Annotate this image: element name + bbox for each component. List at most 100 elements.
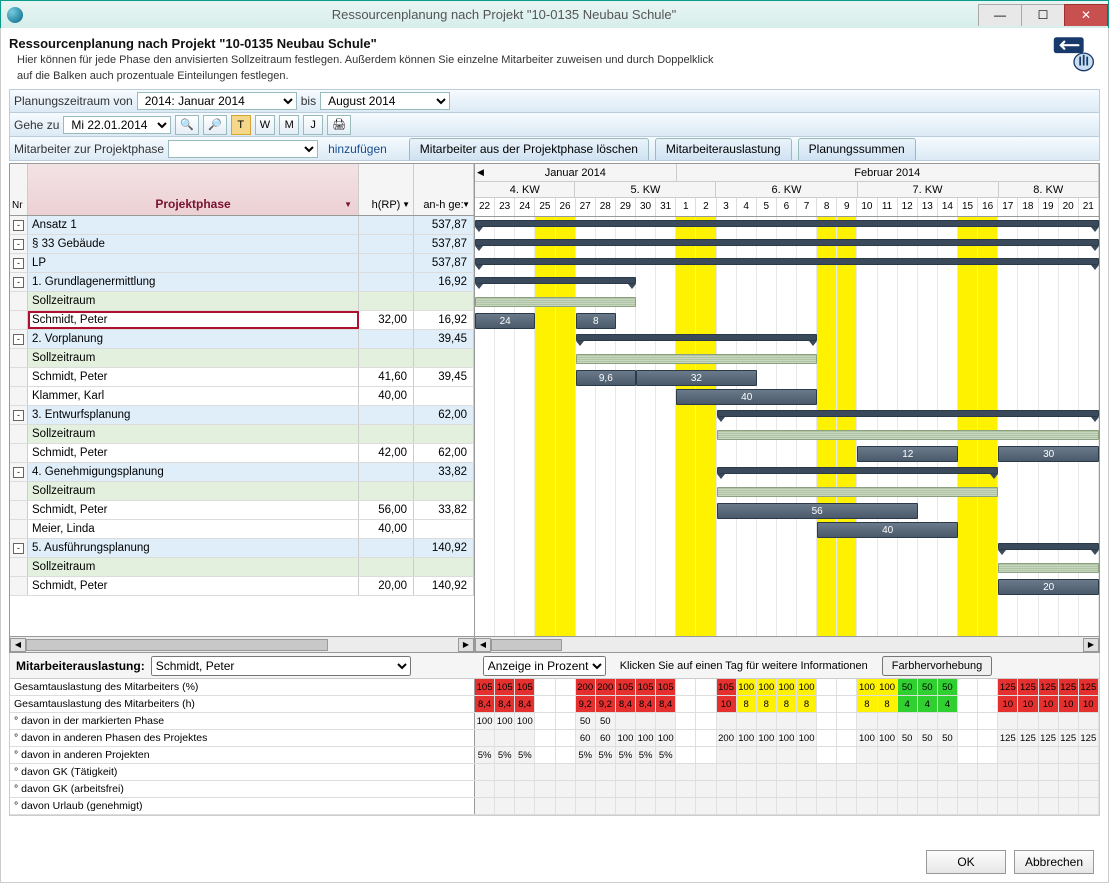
- gantt-bar[interactable]: [998, 543, 1099, 550]
- util-cell[interactable]: [978, 781, 998, 797]
- timeline-row[interactable]: [475, 331, 1099, 350]
- day-header[interactable]: 28: [596, 198, 616, 216]
- zoom-out-icon[interactable]: 🔎: [203, 115, 227, 135]
- util-cell[interactable]: 100: [737, 679, 757, 695]
- util-cell[interactable]: [1018, 798, 1038, 814]
- util-cell[interactable]: [1039, 747, 1059, 763]
- util-cell[interactable]: [596, 764, 616, 780]
- day-header[interactable]: 10: [857, 198, 877, 216]
- day-header[interactable]: 4: [737, 198, 757, 216]
- util-cell[interactable]: [797, 713, 817, 729]
- tab-planning-sums[interactable]: Planungssummen: [798, 138, 916, 160]
- ok-button[interactable]: OK: [926, 850, 1006, 874]
- expand-icon[interactable]: -: [13, 410, 24, 421]
- util-cell[interactable]: [556, 713, 576, 729]
- timeline-row[interactable]: 248: [475, 312, 1099, 331]
- util-cell[interactable]: [878, 798, 898, 814]
- timeline-row[interactable]: 20: [475, 578, 1099, 597]
- timeline-row[interactable]: [475, 255, 1099, 274]
- util-cell[interactable]: [1079, 781, 1099, 797]
- util-cell[interactable]: [817, 679, 837, 695]
- util-cell[interactable]: [535, 696, 555, 712]
- util-cell[interactable]: [717, 747, 737, 763]
- util-cell[interactable]: [757, 798, 777, 814]
- util-cell[interactable]: 105: [495, 679, 515, 695]
- util-cell[interactable]: [1059, 713, 1079, 729]
- util-cell[interactable]: 8,4: [475, 696, 495, 712]
- util-cell[interactable]: [535, 747, 555, 763]
- util-cell[interactable]: 125: [998, 679, 1018, 695]
- day-header[interactable]: 16: [978, 198, 998, 216]
- util-cell[interactable]: 8,4: [616, 696, 636, 712]
- util-cell[interactable]: 125: [1079, 730, 1099, 746]
- util-cell[interactable]: 105: [656, 679, 676, 695]
- util-cell[interactable]: [696, 781, 716, 797]
- expand-icon[interactable]: -: [13, 239, 24, 250]
- util-cell[interactable]: 100: [656, 730, 676, 746]
- day-header[interactable]: 11: [878, 198, 898, 216]
- util-cell[interactable]: [918, 764, 938, 780]
- util-cell[interactable]: [1018, 747, 1038, 763]
- util-cell[interactable]: 100: [878, 730, 898, 746]
- util-employee-select[interactable]: Schmidt, Peter: [151, 656, 411, 676]
- util-cell[interactable]: [696, 696, 716, 712]
- day-header[interactable]: 25: [535, 198, 555, 216]
- util-cell[interactable]: 100: [616, 730, 636, 746]
- util-cell[interactable]: 5%: [616, 747, 636, 763]
- util-cell[interactable]: [737, 781, 757, 797]
- timeline-row[interactable]: [475, 350, 1099, 369]
- util-cell[interactable]: [696, 798, 716, 814]
- util-cell[interactable]: [878, 781, 898, 797]
- table-row[interactable]: Sollzeitraum: [10, 292, 474, 311]
- util-cell[interactable]: [958, 781, 978, 797]
- util-cell[interactable]: 105: [636, 679, 656, 695]
- util-cell[interactable]: [978, 764, 998, 780]
- util-cell[interactable]: [857, 713, 877, 729]
- util-cell[interactable]: [1079, 713, 1099, 729]
- util-cell[interactable]: 10: [717, 696, 737, 712]
- util-cell[interactable]: [656, 781, 676, 797]
- util-cell[interactable]: [978, 798, 998, 814]
- util-cell[interactable]: [797, 747, 817, 763]
- timeline-row[interactable]: 56: [475, 502, 1099, 521]
- table-row[interactable]: -LP537,87: [10, 254, 474, 273]
- util-cell[interactable]: [737, 747, 757, 763]
- table-row[interactable]: Schmidt, Peter41,6039,45: [10, 368, 474, 387]
- timeline-row[interactable]: [475, 483, 1099, 502]
- table-row[interactable]: Schmidt, Peter32,0016,92: [10, 311, 474, 330]
- gantt-bar[interactable]: 24: [475, 313, 535, 329]
- util-cell[interactable]: [576, 781, 596, 797]
- timeline-row[interactable]: [475, 274, 1099, 293]
- util-cell[interactable]: [817, 781, 837, 797]
- util-cell[interactable]: [837, 747, 857, 763]
- util-cell[interactable]: [1018, 764, 1038, 780]
- util-cell[interactable]: [898, 781, 918, 797]
- expand-icon[interactable]: -: [13, 334, 24, 345]
- util-cell[interactable]: [616, 764, 636, 780]
- assign-employee-select[interactable]: [168, 140, 318, 158]
- util-cell[interactable]: [958, 696, 978, 712]
- util-cell[interactable]: [797, 764, 817, 780]
- period-from-select[interactable]: 2014: Januar 2014: [137, 92, 297, 110]
- gantt-bar[interactable]: 32: [636, 370, 757, 386]
- util-cell[interactable]: [777, 798, 797, 814]
- util-cell[interactable]: [898, 713, 918, 729]
- util-cell[interactable]: 125: [1079, 679, 1099, 695]
- util-cell[interactable]: [696, 730, 716, 746]
- gantt-bar[interactable]: 40: [817, 522, 958, 538]
- util-cell[interactable]: [757, 747, 777, 763]
- day-header[interactable]: 30: [636, 198, 656, 216]
- gantt-bar[interactable]: [475, 297, 636, 307]
- table-row[interactable]: -4. Genehmigungsplanung33,82: [10, 463, 474, 482]
- util-cell[interactable]: 10: [1018, 696, 1038, 712]
- view-week-button[interactable]: W: [255, 115, 275, 135]
- day-header[interactable]: 5: [757, 198, 777, 216]
- util-cell[interactable]: [898, 798, 918, 814]
- util-cell[interactable]: 100: [475, 713, 495, 729]
- util-cell[interactable]: 8: [857, 696, 877, 712]
- util-cell[interactable]: [535, 679, 555, 695]
- util-cell[interactable]: [978, 730, 998, 746]
- gantt-bar[interactable]: 56: [717, 503, 918, 519]
- timeline-row[interactable]: [475, 293, 1099, 312]
- util-cell[interactable]: 8,4: [656, 696, 676, 712]
